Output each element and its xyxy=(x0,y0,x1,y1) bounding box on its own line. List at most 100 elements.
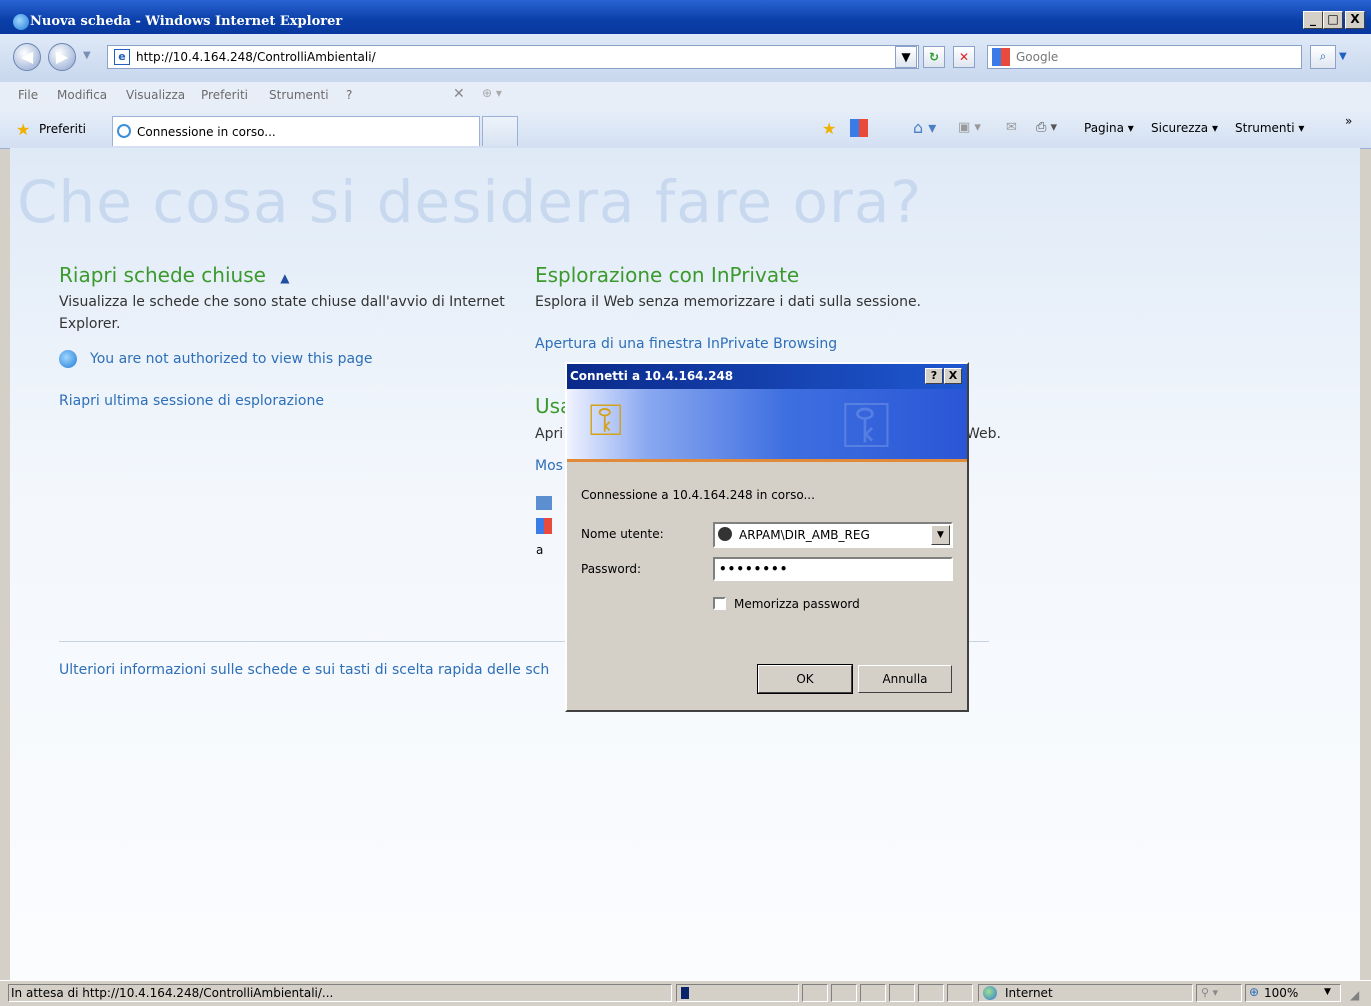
more-info-link[interactable]: Ulteriori informazioni sulle schede e su… xyxy=(59,662,549,678)
search-options-icon[interactable]: ▼ xyxy=(1339,51,1347,62)
home-icon[interactable]: ⌂ ▾ xyxy=(913,118,936,137)
new-tab-button[interactable] xyxy=(482,116,518,146)
username-value[interactable]: ARPAM\DIR_AMB_REG xyxy=(739,528,870,542)
inprivate-link[interactable]: Apertura di una finestra InPrivate Brows… xyxy=(535,336,837,352)
page-icon: e xyxy=(114,49,130,65)
password-value[interactable]: •••••••• xyxy=(719,562,788,576)
status-cell-1 xyxy=(802,984,828,1002)
minimize-button[interactable]: _ xyxy=(1303,11,1323,29)
safety-menu[interactable]: Sicurezza ▾ xyxy=(1151,121,1218,135)
favorites-star-icon: ★ xyxy=(16,120,31,139)
history-dropdown-icon[interactable]: ▼ xyxy=(83,50,91,61)
blog-icon[interactable] xyxy=(536,496,552,510)
status-cell-5 xyxy=(918,984,944,1002)
zoom-level: 100% xyxy=(1264,986,1299,1000)
menu-visualizza[interactable]: Visualizza xyxy=(126,88,185,102)
security-zone[interactable]: Internet xyxy=(978,984,1193,1002)
reopen-tabs-description: Visualizza le schede che sono state chiu… xyxy=(59,294,505,332)
stop-button[interactable]: ✕ xyxy=(953,46,975,68)
closed-tab-link[interactable]: You are not authorized to view this page xyxy=(90,351,373,367)
close-menu-icon[interactable]: ✕ xyxy=(453,86,465,102)
zoom-control[interactable]: ⊕ 100% ▼ xyxy=(1245,984,1341,1002)
dialog-banner: ⚿ ⚿ xyxy=(567,389,967,463)
add-favorite-icon[interactable]: ★ xyxy=(822,119,836,138)
loading-icon xyxy=(117,124,131,138)
zoom-dropdown-icon[interactable]: ▼ xyxy=(1324,987,1331,997)
favorites-button[interactable]: Preferiti xyxy=(39,122,86,136)
tools-menu[interactable]: Strumenti ▾ xyxy=(1235,121,1304,135)
keys-icon: ⚿ xyxy=(589,395,623,446)
login-dialog: Connetti a 10.4.164.248 ? X ⚿ ⚿ Connessi… xyxy=(565,362,969,712)
address-bar[interactable]: e http://10.4.164.248/ControlliAmbiental… xyxy=(107,45,919,69)
inprivate-description: Esplora il Web senza memorizzare i dati … xyxy=(535,294,922,310)
window-title: Nuova scheda - Windows Internet Explorer xyxy=(30,14,343,29)
protected-mode-cell[interactable]: ⚲ ▾ xyxy=(1196,984,1242,1002)
translate-accelerator-icon[interactable]: a xyxy=(536,543,543,557)
reopen-tabs-heading-text: Riapri schede chiuse xyxy=(59,263,266,287)
resize-grip[interactable]: ◢ xyxy=(1350,988,1359,1002)
password-label: Password: xyxy=(581,562,642,576)
chevron-more-icon[interactable]: » xyxy=(1345,114,1352,128)
user-icon xyxy=(718,527,732,541)
username-dropdown-button[interactable]: ▼ xyxy=(931,525,950,545)
dialog-title-bar: Connetti a 10.4.164.248 ? X xyxy=(567,364,967,389)
status-cell-6 xyxy=(947,984,973,1002)
ie-logo-icon xyxy=(13,14,29,30)
map-icon[interactable] xyxy=(536,518,552,534)
status-cell-4 xyxy=(889,984,915,1002)
menu-modifica[interactable]: Modifica xyxy=(57,88,107,102)
search-box[interactable]: Google xyxy=(987,45,1302,69)
progress-fill xyxy=(681,987,689,999)
print-icon[interactable]: ⎙ ▾ xyxy=(1036,120,1057,135)
username-label: Nome utente: xyxy=(581,527,664,541)
lock-icon: ⚲ ▾ xyxy=(1201,986,1219,999)
keys-watermark-icon: ⚿ xyxy=(842,389,891,463)
address-url[interactable]: http://10.4.164.248/ControlliAmbientali/ xyxy=(136,50,376,64)
username-combobox[interactable]: ARPAM\DIR_AMB_REG ▼ xyxy=(713,522,953,548)
tab-label: Connessione in corso... xyxy=(137,125,276,139)
google-icon xyxy=(992,48,1010,66)
tab-active[interactable]: Connessione in corso... xyxy=(112,116,480,146)
progress-bar xyxy=(676,984,799,1002)
reopen-session-link[interactable]: Riapri ultima sessione di esplorazione xyxy=(59,393,324,409)
remember-password-checkbox[interactable] xyxy=(713,597,726,610)
dialog-help-button[interactable]: ? xyxy=(925,368,943,384)
address-dropdown-button[interactable]: ▼ xyxy=(895,46,917,68)
refresh-button[interactable]: ↻ xyxy=(923,46,945,68)
dialog-close-button[interactable]: X xyxy=(944,368,962,384)
ie-page-icon xyxy=(59,350,77,368)
status-cell-3 xyxy=(860,984,886,1002)
menu-file[interactable]: File xyxy=(18,88,38,102)
inprivate-heading: Esplorazione con InPrivate xyxy=(535,263,800,287)
page-title: Che cosa si desidera fare ora? xyxy=(17,168,923,236)
connecting-text: Connessione a 10.4.164.248 in corso... xyxy=(581,488,815,502)
cancel-button[interactable]: Annulla xyxy=(858,665,952,693)
status-text: In attesa di http://10.4.164.248/Control… xyxy=(11,986,334,1000)
menu-preferiti[interactable]: Preferiti xyxy=(201,88,248,102)
ok-button[interactable]: OK xyxy=(757,664,853,694)
menu-strumenti[interactable]: Strumenti xyxy=(269,88,329,102)
close-window-button[interactable]: X xyxy=(1345,11,1365,29)
accelerators-description-end: Web. xyxy=(966,426,1001,442)
maximize-button[interactable]: □ xyxy=(1323,11,1343,29)
accelerators-link[interactable]: Mos xyxy=(535,458,563,474)
collapse-chevron-icon[interactable]: ▲ xyxy=(280,271,289,285)
remember-password-label[interactable]: Memorizza password xyxy=(734,597,860,611)
feeds-icon[interactable]: ▣ ▾ xyxy=(958,120,981,135)
search-input[interactable]: Google xyxy=(1016,50,1058,64)
zoom-icon: ⊕ xyxy=(1249,985,1260,999)
password-field[interactable]: •••••••• xyxy=(713,557,953,581)
translate-icon[interactable]: ⊕ ▾ xyxy=(482,86,502,100)
status-text-cell: In attesa di http://10.4.164.248/Control… xyxy=(8,984,672,1002)
forward-button[interactable]: ▶ xyxy=(48,43,76,71)
dialog-title: Connetti a 10.4.164.248 xyxy=(570,369,734,383)
back-button[interactable]: ◀ xyxy=(13,43,41,71)
reopen-tabs-heading[interactable]: Riapri schede chiuse ▲ xyxy=(59,263,290,287)
search-button[interactable]: ⌕ xyxy=(1310,45,1336,69)
mail-icon[interactable]: ✉ xyxy=(1006,120,1017,135)
zone-label: Internet xyxy=(1005,986,1053,1000)
google-toolbar-icon[interactable] xyxy=(850,119,868,137)
status-cell-2 xyxy=(831,984,857,1002)
page-menu[interactable]: Pagina ▾ xyxy=(1084,121,1134,135)
menu-help[interactable]: ? xyxy=(346,88,352,102)
